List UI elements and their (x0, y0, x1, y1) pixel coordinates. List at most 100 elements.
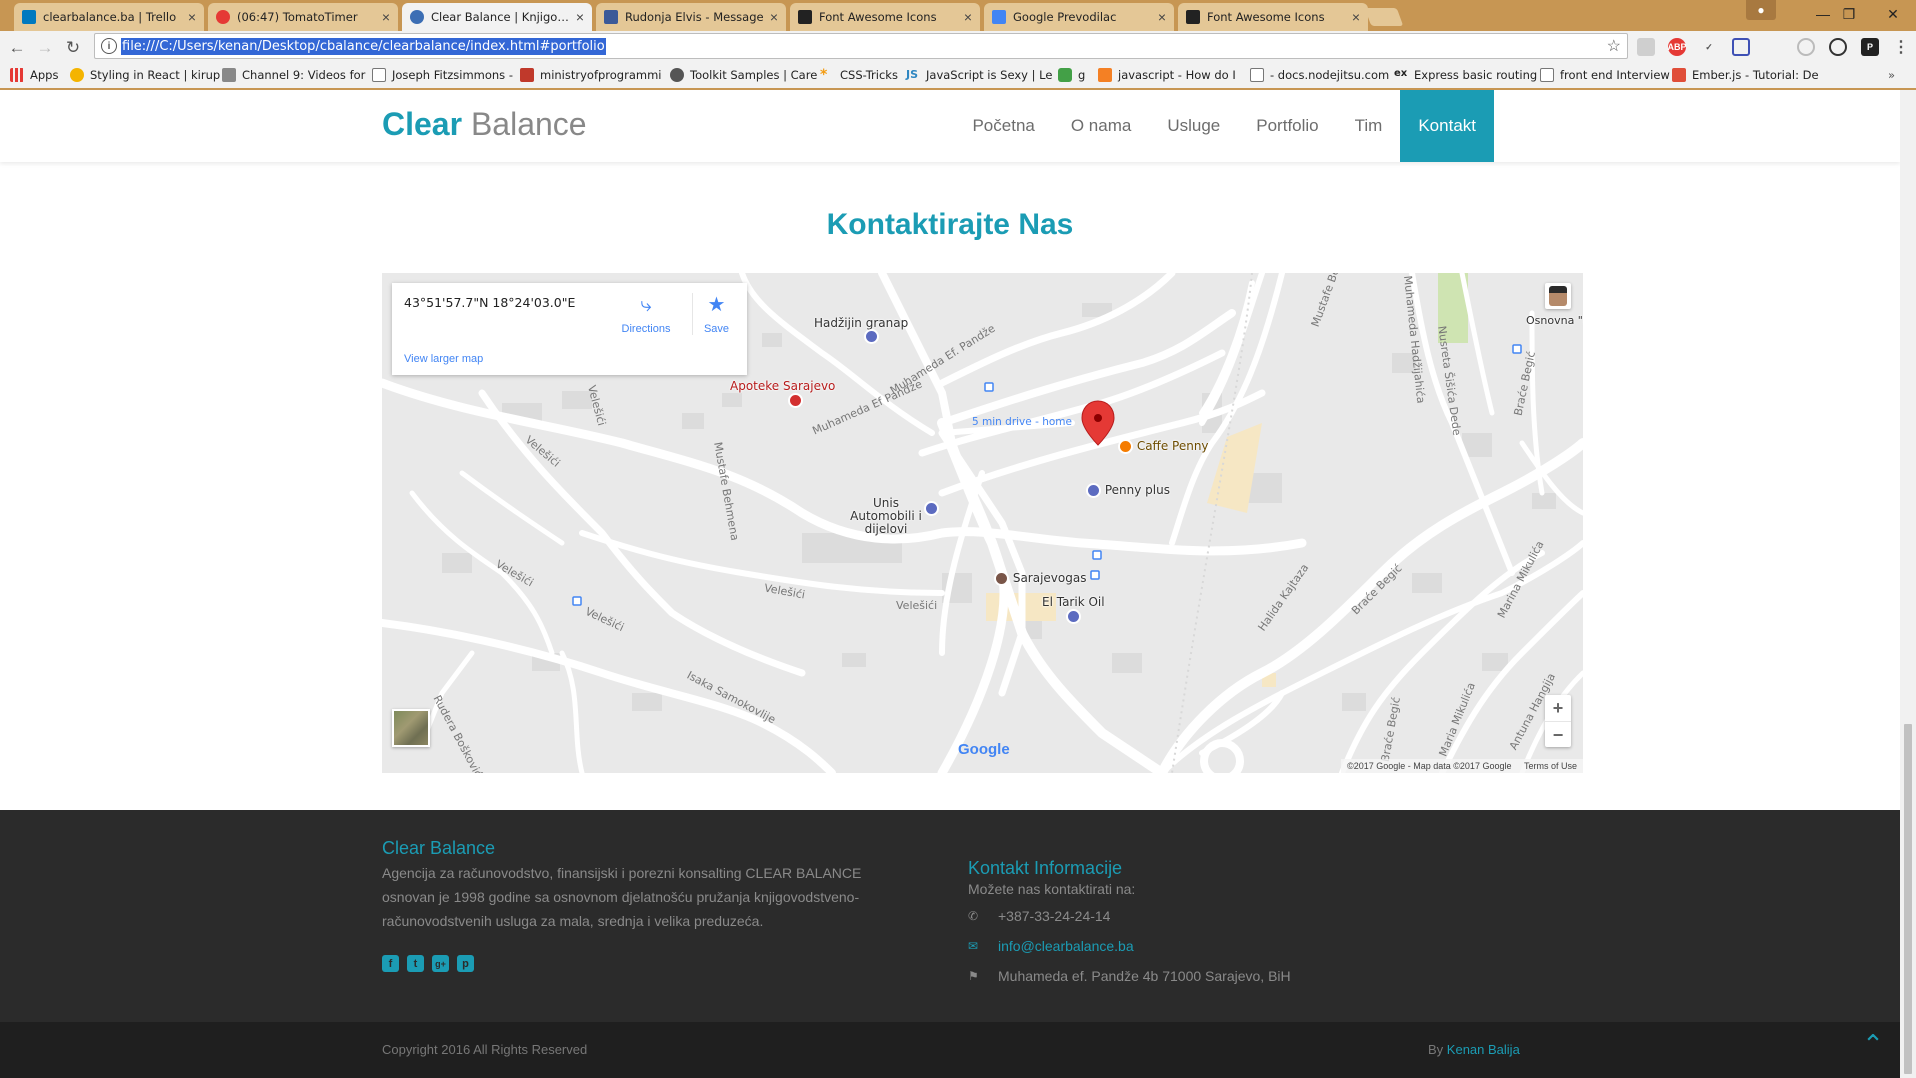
bookmark-item[interactable]: javascript - How do I (1098, 68, 1236, 82)
contact-address: ⚑ Muhameda ef. Pandže 4b 71000 Sarajevo,… (968, 968, 1291, 984)
browser-tab[interactable]: Font Awesome Icons × (790, 3, 980, 31)
nav-item-portfolio[interactable]: Portfolio (1238, 90, 1336, 162)
js-icon: JS (906, 68, 919, 81)
profile-icon[interactable]: ● (1746, 0, 1776, 20)
directions-button[interactable]: ⤷ Directions (616, 293, 676, 335)
screenshot-icon[interactable] (1732, 38, 1750, 56)
footer-about-title: Clear Balance (382, 838, 496, 858)
close-icon[interactable]: × (1352, 9, 1360, 25)
restore-icon[interactable]: ❐ (1826, 0, 1872, 28)
page-scrollbar[interactable] (1900, 90, 1916, 1078)
twitter-icon[interactable]: t (407, 955, 424, 972)
scroll-to-top-icon[interactable]: ⌃ (1858, 1031, 1888, 1057)
bookmark-item[interactable]: JS JavaScript is Sexy | Le (906, 68, 1052, 82)
facebook-icon[interactable]: f (382, 955, 399, 972)
nav-item-o-nama[interactable]: O nama (1053, 90, 1149, 162)
bookmark-star-icon[interactable]: ☆ (1607, 36, 1621, 56)
bookmark-item[interactable]: front end Interview (1540, 68, 1670, 82)
nav-item-pocetna[interactable]: Početna (954, 90, 1052, 162)
browser-tab-active[interactable]: Clear Balance | Knjigovo × (402, 3, 592, 31)
menu-dots-icon[interactable]: ⋮ (1892, 38, 1910, 56)
bookmark-item[interactable]: Toolkit Samples | Care (670, 68, 817, 82)
pharmacy-icon[interactable] (788, 393, 803, 408)
eyedropper-icon[interactable]: ✓ (1700, 38, 1718, 56)
bookmark-item[interactable]: ex Express basic routing (1394, 68, 1537, 82)
street-view-pegman-icon[interactable] (1545, 283, 1571, 309)
map-poi[interactable]: Apoteke Sarajevo (730, 379, 835, 393)
scrollbar-thumb[interactable] (1904, 724, 1912, 1074)
google-map[interactable]: 43°51'57.7"N 18°24'03.0"E ⤷ Directions ★… (382, 273, 1583, 773)
producthunt-icon[interactable]: P (1861, 38, 1879, 56)
close-icon[interactable]: × (964, 9, 972, 25)
bookmark-item[interactable]: Styling in React | kirup (70, 68, 220, 82)
map-poi[interactable]: El Tarik Oil (1042, 595, 1105, 609)
address-bar[interactable]: i file:///C:/Users/kenan/Desktop/cbalanc… (94, 33, 1628, 59)
info-icon[interactable]: i (101, 38, 117, 54)
pinterest-icon[interactable]: p (457, 955, 474, 972)
save-button[interactable]: ★ Save (692, 293, 740, 335)
adblock-plus-icon[interactable]: ABP (1668, 38, 1687, 56)
close-icon[interactable]: × (770, 9, 778, 25)
contact-email[interactable]: ✉ info@clearbalance.ba (968, 931, 1468, 961)
browser-tab[interactable]: Font Awesome Icons × (1178, 3, 1368, 31)
gas-station-icon[interactable] (1066, 609, 1081, 624)
reload-icon[interactable]: ↻ (62, 37, 84, 59)
street-label: Velešići (896, 599, 938, 612)
page-icon (1540, 68, 1554, 82)
browser-tab[interactable]: clearbalance.ba | Trello × (14, 3, 204, 31)
map-poi[interactable]: Caffe Penny (1118, 439, 1209, 454)
nav-item-tim[interactable]: Tim (1337, 90, 1401, 162)
car-icon[interactable] (924, 501, 939, 516)
tomato-favicon-icon (216, 10, 230, 24)
map-poi[interactable]: Unis Automobili i dijelovi (846, 497, 926, 536)
pin-label[interactable]: 5 min drive - home (972, 416, 1072, 428)
nav-item-kontakt[interactable]: Kontakt (1400, 90, 1494, 162)
bookmark-item[interactable]: Joseph Fitzsimmons - (372, 68, 513, 82)
zoom-out-button[interactable]: − (1545, 721, 1571, 747)
zoom-in-button[interactable]: + (1545, 695, 1571, 721)
close-icon[interactable]: × (188, 9, 196, 25)
google-plus-icon[interactable]: g+ (432, 955, 449, 972)
window-close-icon[interactable]: ✕ (1870, 0, 1916, 28)
browser-tab[interactable]: (06:47) TomatoTimer × (208, 3, 398, 31)
zoom-control: + − (1545, 695, 1571, 747)
close-icon[interactable]: × (382, 9, 390, 25)
author-credit: By Kenan Balija (1428, 1042, 1520, 1057)
bookmark-item[interactable]: Channel 9: Videos for (222, 68, 365, 82)
bookmark-item[interactable]: g (1058, 68, 1085, 82)
browser-tab[interactable]: Rudonja Elvis - Message × (596, 3, 786, 31)
star-icon: ★ (707, 294, 726, 316)
author-link[interactable]: Kenan Balija (1447, 1042, 1520, 1057)
google-translate-favicon-icon (992, 10, 1006, 24)
close-icon[interactable]: × (576, 9, 584, 25)
map-poi[interactable]: Hadžijin granap (814, 316, 908, 330)
map-poi[interactable]: Osnovna "Mehme (1526, 315, 1583, 326)
bookmark-item[interactable]: ministryofprogrammi (520, 68, 662, 82)
site-logo[interactable]: Clear Balance (382, 104, 587, 144)
terms-link[interactable]: Terms of Use (1524, 761, 1577, 771)
satellite-toggle[interactable] (392, 709, 430, 747)
browser-toolbar: ← → ↻ i file:///C:/Users/kenan/Desktop/c… (0, 31, 1916, 63)
bookmarks-overflow-icon[interactable]: » (1888, 68, 1895, 82)
map-poi[interactable]: Sarajevogas (994, 571, 1086, 586)
site-footer: Clear Balance Agencija za računovodstvo,… (0, 810, 1900, 1022)
bookmark-item[interactable]: Ember.js - Tutorial: De (1672, 68, 1819, 82)
ext-grid-icon[interactable] (1637, 38, 1655, 56)
site-favicon-icon (410, 10, 424, 24)
close-icon[interactable]: × (1158, 9, 1166, 25)
brand-primary: Clear (382, 106, 463, 142)
forward-icon[interactable]: → (34, 37, 56, 59)
new-tab-button[interactable] (1364, 8, 1404, 26)
browser-tab[interactable]: Google Prevodilac × (984, 3, 1174, 31)
bookmark-item[interactable]: * CSS-Tricks (820, 68, 898, 82)
map-poi[interactable]: Penny plus (1086, 483, 1170, 498)
bookmark-apps[interactable]: Apps (10, 68, 58, 82)
url-text[interactable]: file:///C:/Users/kenan/Desktop/cbalance/… (121, 38, 606, 55)
ext-circle-icon[interactable] (1797, 38, 1815, 56)
bookmark-item[interactable]: - docs.nodejitsu.com (1250, 68, 1389, 82)
nav-item-usluge[interactable]: Usluge (1149, 90, 1238, 162)
view-larger-map-link[interactable]: View larger map (404, 353, 483, 365)
shopping-cart-icon[interactable] (864, 329, 879, 344)
back-icon[interactable]: ← (6, 37, 28, 59)
ext-sync-icon[interactable] (1829, 38, 1847, 56)
